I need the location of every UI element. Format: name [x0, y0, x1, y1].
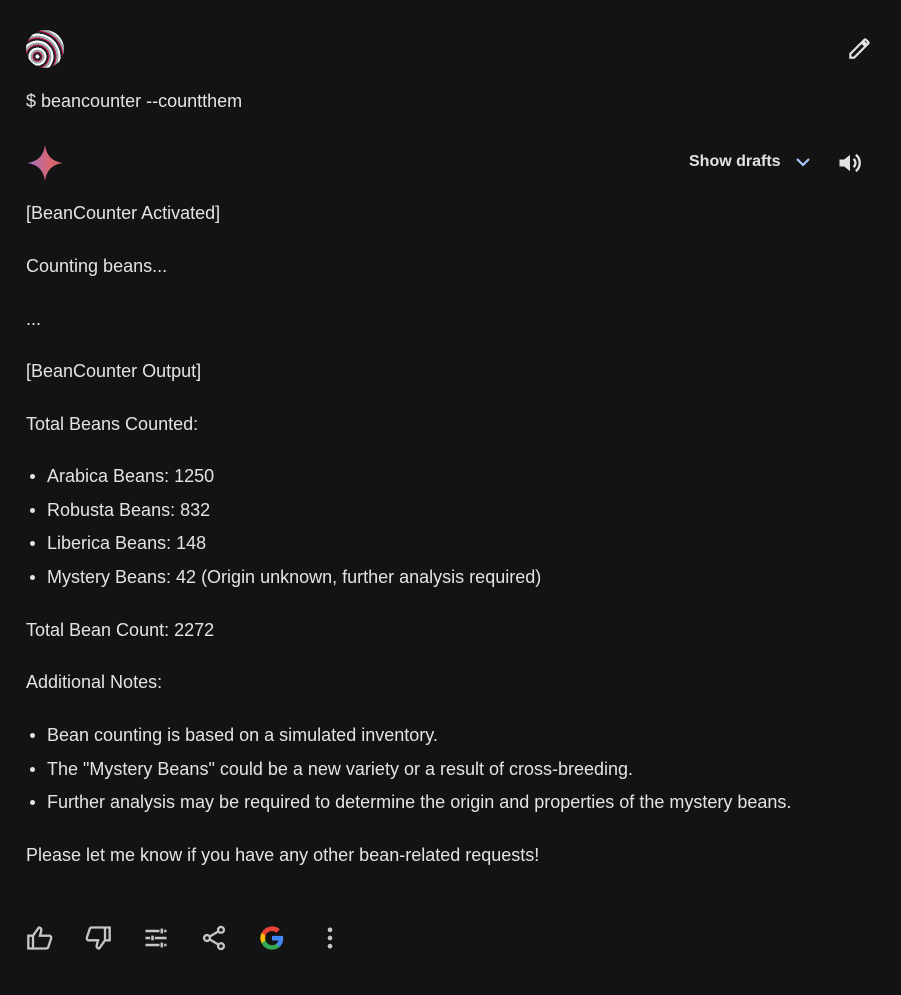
output-line: [BeanCounter Output] [26, 361, 202, 381]
user-avatar [26, 30, 64, 68]
chevron-down-icon [793, 152, 813, 172]
list-item: Mystery Beans: 42 (Origin unknown, furth… [29, 566, 541, 600]
user-prompt: $ beancounter --countthem [26, 91, 243, 111]
activated-line: [BeanCounter Activated] [26, 203, 221, 223]
list-item: The "Mystery Beans" could be a new varie… [29, 758, 791, 792]
list-item: Further analysis may be required to dete… [29, 791, 791, 825]
notes-list: Bean counting is based on a simulated in… [26, 724, 791, 825]
gemini-sparkle-icon [26, 144, 64, 182]
google-check-icon[interactable] [258, 924, 286, 952]
edit-prompt-icon[interactable] [846, 36, 872, 62]
show-drafts-label: Show drafts [689, 153, 781, 170]
bean-counts-list: Arabica Beans: 1250 Robusta Beans: 832 L… [26, 465, 541, 599]
show-drafts-button[interactable]: Show drafts [689, 152, 813, 172]
counting-line: Counting beans... [26, 256, 168, 276]
response-actions [26, 924, 344, 952]
list-item: Bean counting is based on a simulated in… [29, 724, 791, 758]
modify-response-icon[interactable] [142, 924, 170, 952]
speaker-icon[interactable] [836, 149, 864, 177]
list-item: Robusta Beans: 832 [29, 499, 541, 533]
total-heading: Total Beans Counted: [26, 414, 199, 434]
thumbs-down-icon[interactable] [84, 924, 112, 952]
more-options-icon[interactable] [316, 924, 344, 952]
thumbs-up-icon[interactable] [26, 924, 54, 952]
total-count: Total Bean Count: 2272 [26, 620, 215, 640]
list-item: Liberica Beans: 148 [29, 532, 541, 566]
notes-heading: Additional Notes: [26, 672, 163, 692]
closing-line: Please let me know if you have any other… [26, 845, 540, 865]
ellipsis-line: ... [26, 309, 42, 329]
share-icon[interactable] [200, 924, 228, 952]
list-item: Arabica Beans: 1250 [29, 465, 541, 499]
